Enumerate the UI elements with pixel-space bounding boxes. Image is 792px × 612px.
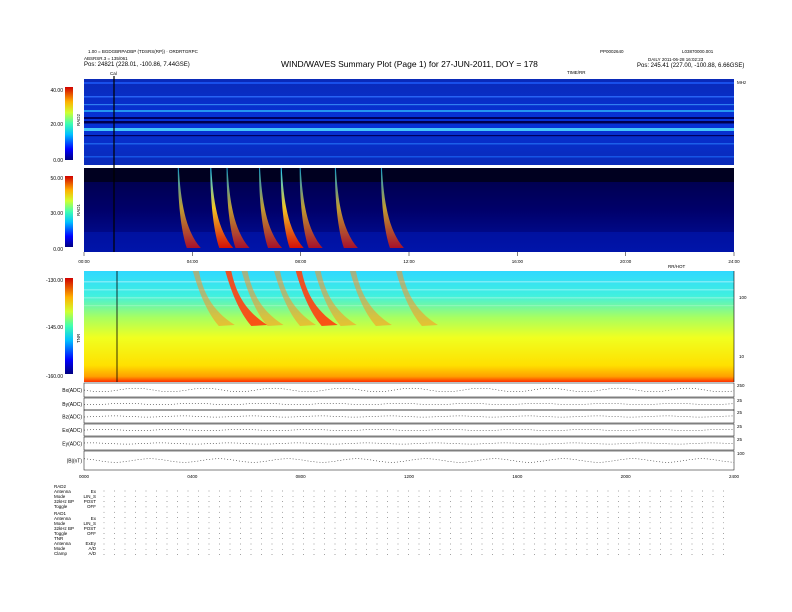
status-row-label: Clamp — [54, 551, 68, 556]
bottom-time-tick: 0800 — [296, 474, 307, 479]
rad2-label: RAD2 — [76, 113, 81, 126]
time-tick-label: 16:00 — [512, 259, 524, 264]
line-panel-scale: 25 — [737, 398, 743, 403]
bottom-time-tick: 1600 — [512, 474, 523, 479]
line-panel-scale: 25 — [737, 424, 743, 429]
line-panels: Bx(ADC) 250 By(ADC) 25 Bz(ADC) 25 Ex(ADC) 25 Ey(… — [62, 382, 745, 471]
time-tick-label: 00:00 — [78, 259, 90, 264]
rad2-panel — [84, 79, 734, 165]
rad1-label: RAD1 — [76, 203, 81, 216]
line-panel-label: |B|(nT) — [67, 459, 82, 465]
bottom-time-tick: 0400 — [187, 474, 198, 479]
summary-plot: 40.00 20.00 0.00 50.00 30.00 0.00 -130.00 -145.… — [46, 76, 747, 555]
bottom-time-tick: 2000 — [621, 474, 632, 479]
time-tick-label: 12:00 — [403, 259, 415, 264]
line-panel-label: Ey(ADC) — [62, 442, 82, 448]
status-grid — [103, 490, 724, 555]
rad1-colorbar-tick: 0.00 — [53, 247, 63, 253]
line-panel-scale: 25 — [737, 437, 743, 442]
rad1-colorbar-tick: 30.00 — [50, 211, 63, 217]
rad1-colorbar-tick: 50.00 — [50, 176, 63, 182]
status-row-value: A/D — [88, 551, 96, 556]
rad2-colorbar — [65, 87, 73, 160]
tnr-panel — [84, 271, 734, 382]
line-panel-label: Bz(ADC) — [62, 415, 82, 421]
rad2-colorbar-tick: 20.00 — [50, 122, 63, 128]
colorbar-ticks: 40.00 20.00 0.00 50.00 30.00 0.00 -130.00 -145.… — [46, 88, 63, 380]
tnr-colorbar-tick: -130.00 — [46, 278, 63, 284]
line-panel-scale: 100 — [737, 451, 745, 456]
tnr-colorbar — [65, 278, 73, 374]
status-row-label: Toggle — [54, 504, 68, 509]
rad1-colorbar — [65, 176, 73, 247]
tnr-colorbar-tick: -160.00 — [46, 374, 63, 380]
line-panel-scale: 250 — [737, 383, 745, 388]
rad2-colorbar-tick: 40.00 — [50, 88, 63, 94]
time-tick-label: 20:00 — [620, 259, 632, 264]
time-tick-label: 08:00 — [295, 259, 307, 264]
tnr-freq-tick-10: 10 — [739, 354, 745, 359]
status-row: Toggle OFF — [54, 504, 96, 509]
line-panel-label: By(ADC) — [62, 402, 82, 408]
rad2-colorbar-tick: 0.00 — [53, 158, 63, 164]
tnr-colorbar-tick: -145.00 — [46, 325, 63, 331]
time-tick-label: 24:00 — [728, 259, 740, 264]
bottom-time-tick: 0000 — [79, 474, 90, 479]
status-row-value: OFF — [87, 531, 96, 536]
line-panel-scale: 25 — [737, 410, 743, 415]
status-row: Clamp A/D — [54, 551, 96, 556]
tnr-freq-tick-100: 100 — [739, 295, 747, 300]
time-axis: 00:00 04:00 08:00 12:00 16:00 20:00 24:00 — [78, 252, 740, 264]
status-table: RAD2 Antenna Ex Mode LIN_S 32kHz BP POST Toggl… — [54, 484, 96, 556]
bottom-time-tick: 1200 — [404, 474, 415, 479]
tnr-label: TNR — [76, 333, 81, 343]
time-tick-label: 04:00 — [187, 259, 199, 264]
status-row-value: OFF — [87, 504, 96, 509]
bottom-time-tick: 2400 — [729, 474, 740, 479]
bottom-time-axis: 0000 0400 0800 1200 1600 2000 2400 — [79, 474, 740, 479]
line-panel-label: Bx(ADC) — [62, 388, 82, 394]
line-panel-label: Ex(ADC) — [62, 428, 82, 434]
